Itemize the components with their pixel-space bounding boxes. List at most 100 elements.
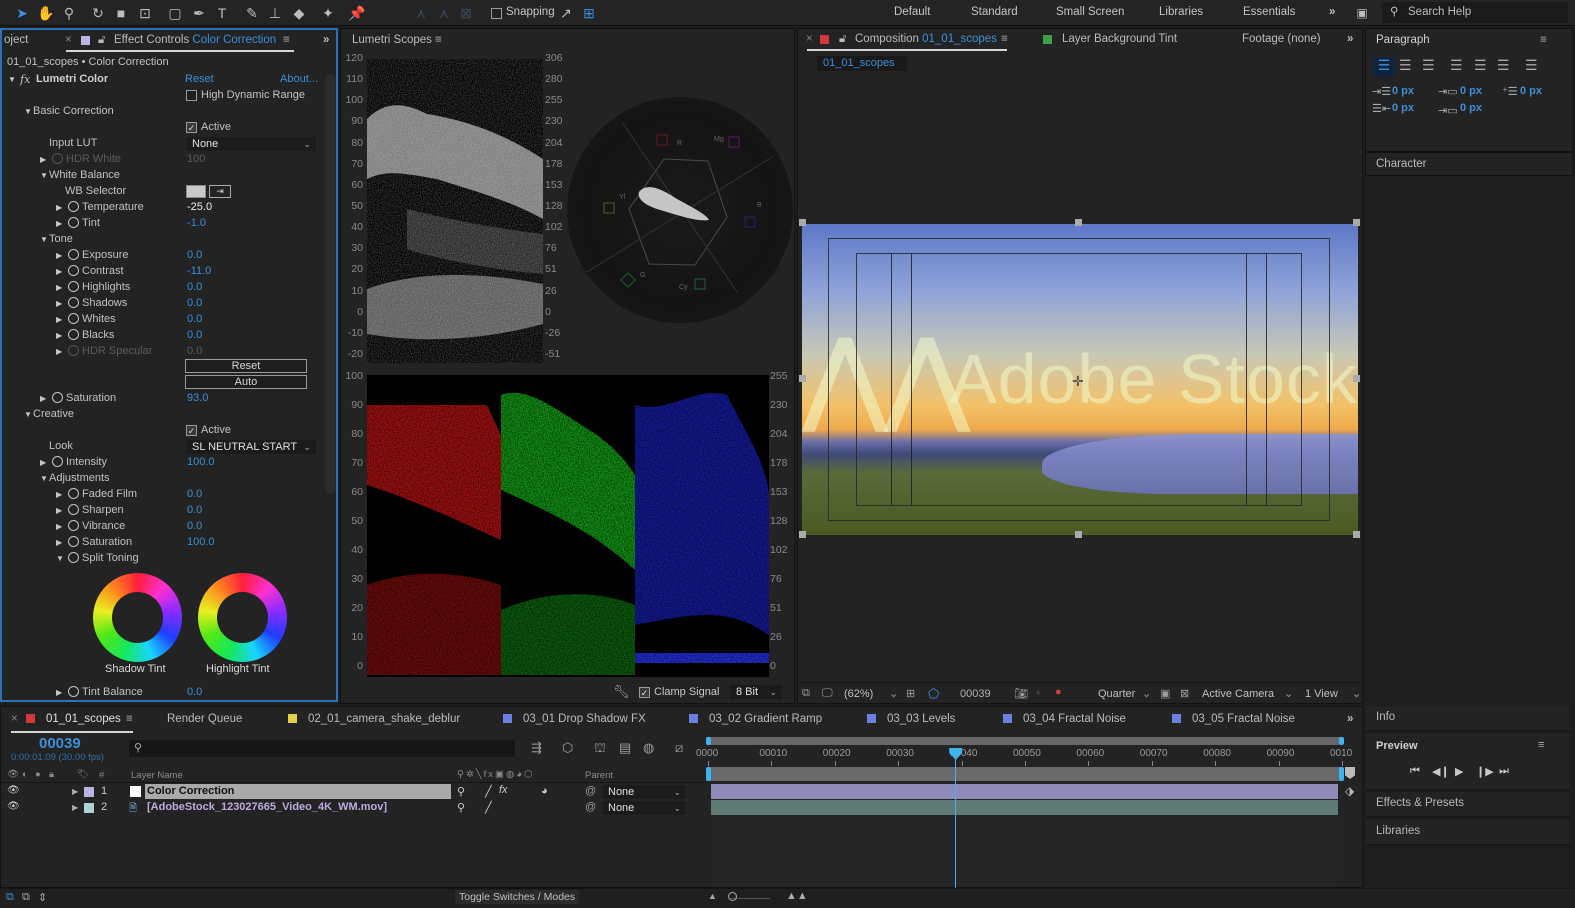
creative-active-checkbox[interactable]: ✓ [186,425,197,436]
anchor-point-icon[interactable]: ✛ [1072,373,1084,390]
collapse-triangle-icon[interactable]: ▼ [40,474,48,483]
timeline-tab[interactable]: 02_01_camera_shake_deblur [288,713,460,725]
panel-menu-icon[interactable]: ≡ [1540,34,1547,46]
comp-breadcrumb[interactable]: 01_01_scopes [817,56,907,71]
monitor-icon[interactable]: 🖵︎ [822,687,833,700]
panel-overflow-icon[interactable]: » [1347,33,1353,45]
composition-canvas[interactable]: ⋀⋀ Adobe Stock ✛ [802,224,1358,535]
highlights-value[interactable]: 0.0 [187,281,202,293]
expand-triangle-icon[interactable]: ▶ [72,803,78,812]
expand-triangle-icon[interactable]: ▶ [56,522,62,531]
rotation-tool-icon[interactable]: ↻ [88,3,108,23]
close-tab-icon[interactable]: × [11,713,18,725]
shy-switch-icon[interactable]: ⚲ [457,801,465,814]
expand-triangle-icon[interactable]: ▶ [56,538,62,547]
time-ruler[interactable]: 0000 00010 00020 00030 00040 00050 00060 00070 0… [696,747,1352,767]
clone-stamp-tool-icon[interactable]: ⊥ [265,3,285,23]
split-toning-row[interactable]: ▼ Split Toning [2,551,322,567]
roto-brush-tool-icon[interactable]: ✦ [318,3,338,23]
expand-triangle-icon[interactable]: ▶ [40,155,46,164]
effects-presets-panel-tab[interactable]: Effects & Presets [1366,792,1570,818]
stopwatch-icon[interactable] [68,536,79,547]
transform-handle[interactable] [799,219,806,226]
vertical-scrollbar[interactable] [325,74,335,494]
contrast-value[interactable]: -11.0 [187,265,211,277]
wrench-icon[interactable]: 🔧︎ [613,684,630,700]
workspace-overflow-button[interactable]: » [1329,6,1335,18]
stopwatch-icon[interactable] [68,217,79,228]
graph-editor-icon[interactable]: ⧄ [675,740,683,756]
panel-menu-icon[interactable]: ≡ [435,34,442,46]
clamp-signal-checkbox[interactable]: ✓ [639,687,650,698]
layer-switches-toggle-icon[interactable]: ⧉ [6,891,14,904]
rectangle-tool-icon[interactable]: ▢ [165,3,185,23]
expand-triangle-icon[interactable]: ▶ [56,283,62,292]
snap-grid-icon[interactable]: ⊞ [579,3,599,23]
visibility-eye-icon[interactable]: 👁︎ [7,801,20,812]
quality-switch-icon[interactable]: ╱ [485,785,492,798]
bit-depth-dropdown[interactable]: 8 Bit ⌄ [730,685,782,699]
transform-handle[interactable] [1353,375,1360,382]
workspace-default[interactable]: Default [894,6,930,18]
stopwatch-icon[interactable] [52,153,63,164]
whites-value[interactable]: 0.0 [187,313,202,325]
effect-header-lumetri[interactable]: ▼ fx Lumetri Color Reset About... [2,72,322,88]
intensity-value[interactable]: 100.0 [187,456,215,468]
expand-triangle-icon[interactable]: ▶ [56,315,62,324]
navigator-end-handle[interactable] [1339,737,1344,745]
vibrance-value[interactable]: 0.0 [187,520,202,532]
transparency-grid-icon[interactable]: ⊠ [1180,687,1189,700]
vectorscope[interactable]: R Mg B Cy G Yl [567,97,793,323]
lock-icon[interactable]: 🔓︎ [839,33,846,46]
stopwatch-icon[interactable] [52,392,63,403]
basic-correction-row[interactable]: ▼ Basic Correction [2,104,322,120]
saturation-value[interactable]: 93.0 [187,392,208,404]
navigator-start-handle[interactable] [706,737,711,745]
expand-triangle-icon[interactable]: ▶ [56,331,62,340]
creative-row[interactable]: ▼ Creative [2,407,322,423]
panel-menu-icon[interactable]: ≡ [283,34,290,46]
tone-auto-button[interactable]: Auto [185,375,307,389]
grid-guides-icon[interactable]: ⊞ [906,687,915,700]
work-area-start-handle[interactable] [706,767,711,781]
pick-whip-icon[interactable]: @ [585,801,596,813]
play-button[interactable]: ▶ [1455,765,1463,778]
stopwatch-icon[interactable] [68,297,79,308]
panel-overflow-icon[interactable]: » [1347,713,1353,725]
adjustments-row[interactable]: ▼ Adjustments [2,471,322,487]
workspace-panel-icon[interactable]: ▣ [1352,3,1372,23]
panel-menu-icon[interactable]: ≡ [126,713,133,725]
expand-triangle-icon[interactable]: ▶ [56,347,62,356]
character-panel[interactable]: Character [1365,152,1573,176]
layer-name[interactable]: Color Correction [145,784,451,799]
label-color-swatch[interactable] [84,787,94,797]
composition-mini-flowchart-icon[interactable]: ⇶ [531,740,542,756]
first-line-indent-field[interactable]: 0 px [1520,85,1542,97]
expand-triangle-icon[interactable]: ▶ [56,219,62,228]
stopwatch-icon[interactable] [52,456,63,467]
hdr-specular-value[interactable]: 0.0 [187,345,202,357]
expand-triangle-icon[interactable]: ▶ [56,490,62,499]
timeline-tab[interactable]: 03_01 Drop Shadow FX [503,713,646,725]
look-dropdown[interactable]: SL NEUTRAL START ⌄ [186,440,316,454]
align-center-button[interactable]: ☰ [1399,57,1412,74]
fx-switch-icon[interactable]: fx [499,784,508,796]
transfer-controls-toggle-icon[interactable]: ⧉ [22,891,30,904]
mask-visibility-icon[interactable]: ⬠ [928,686,939,702]
input-lut-dropdown[interactable]: None ⌄ [186,137,316,151]
tab-footage[interactable]: Footage (none) [1242,33,1321,45]
justify-last-left-button[interactable]: ☰ [1450,57,1463,74]
expand-triangle-icon[interactable]: ▶ [40,458,46,467]
pick-whip-icon[interactable]: @ [585,785,596,797]
current-time[interactable]: 00039 [960,688,991,700]
stopwatch-icon[interactable] [68,520,79,531]
blacks-value[interactable]: 0.0 [187,329,202,341]
layer-row[interactable]: 👁︎ ▶ 2 🗎︎ [AdobeStock_123027665_Video_4K_WM.… [1,800,706,816]
show-snapshot-icon[interactable]: ◐ [1036,687,1043,699]
work-area-end-handle[interactable] [1339,767,1344,781]
temperature-value[interactable]: -25.0 [187,201,212,213]
stopwatch-icon[interactable] [68,686,79,697]
exposure-value[interactable]: 0.0 [187,249,202,261]
workspace-libraries[interactable]: Libraries [1159,6,1203,18]
snap-arrow-icon[interactable]: ↗ [556,3,576,23]
